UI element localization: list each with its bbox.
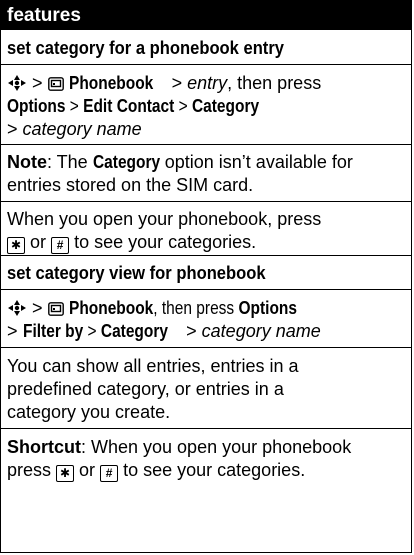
section1-path-line1: > Phonebook > entry, then press — [7, 72, 409, 95]
edit-contact-label: Edit Contact — [83, 96, 175, 116]
open-line2: ✱ or # to see your categories. — [7, 231, 409, 254]
section2-path-line1: > Phonebook, then press Options — [7, 297, 409, 320]
section1-title: set category for a phonebook entry — [7, 38, 284, 58]
divider — [1, 255, 411, 256]
hash-key-icon: # — [51, 237, 70, 254]
entry-label: entry — [187, 73, 228, 93]
divider — [1, 144, 411, 145]
note-line1: Note: The Category option isn’t available… — [7, 152, 353, 172]
open-line1: When you open your phonebook, press — [7, 209, 322, 229]
category-label: Category — [191, 96, 260, 116]
star-key-icon: ✱ — [7, 237, 25, 254]
divider — [1, 347, 411, 348]
hash-key-icon: # — [100, 465, 119, 482]
shortcut-label: Shortcut — [7, 437, 81, 457]
desc-line2: predefined category, or entries in a — [7, 379, 284, 399]
nav-key-icon — [8, 300, 26, 316]
nav-key-icon — [8, 75, 26, 91]
section2-title: set category view for phonebook — [7, 263, 266, 283]
desc-line1: You can show all entries, entries in a — [7, 356, 299, 376]
category-name-label: category name — [22, 119, 142, 139]
filter-by-label: Filter by — [22, 321, 83, 341]
note-line2: entries stored on the SIM card. — [7, 175, 254, 195]
section2-path-line2: > Filter by > Category > category name — [7, 321, 321, 341]
header-title: features — [7, 5, 81, 26]
divider — [1, 201, 411, 202]
feature-table: features set category for a phonebook en… — [0, 0, 412, 553]
desc-line3: category you create. — [7, 402, 171, 422]
section1-path-line2: Options > Edit Contact > Category — [7, 96, 260, 116]
phonebook-label: Phonebook — [68, 73, 153, 93]
section1-path-line3: > category name — [7, 119, 142, 139]
divider — [1, 428, 411, 429]
shortcut-line2: press ✱ or # to see your categories. — [7, 460, 306, 482]
star-key-icon: ✱ — [56, 465, 75, 482]
phonebook-icon — [47, 77, 64, 91]
phonebook-icon — [47, 302, 64, 316]
options-label: Options — [7, 96, 66, 116]
shortcut-line1: Shortcut: When you open your phonebook — [7, 437, 352, 457]
divider — [1, 289, 411, 290]
note-label: Note — [7, 152, 47, 172]
divider — [1, 64, 411, 65]
